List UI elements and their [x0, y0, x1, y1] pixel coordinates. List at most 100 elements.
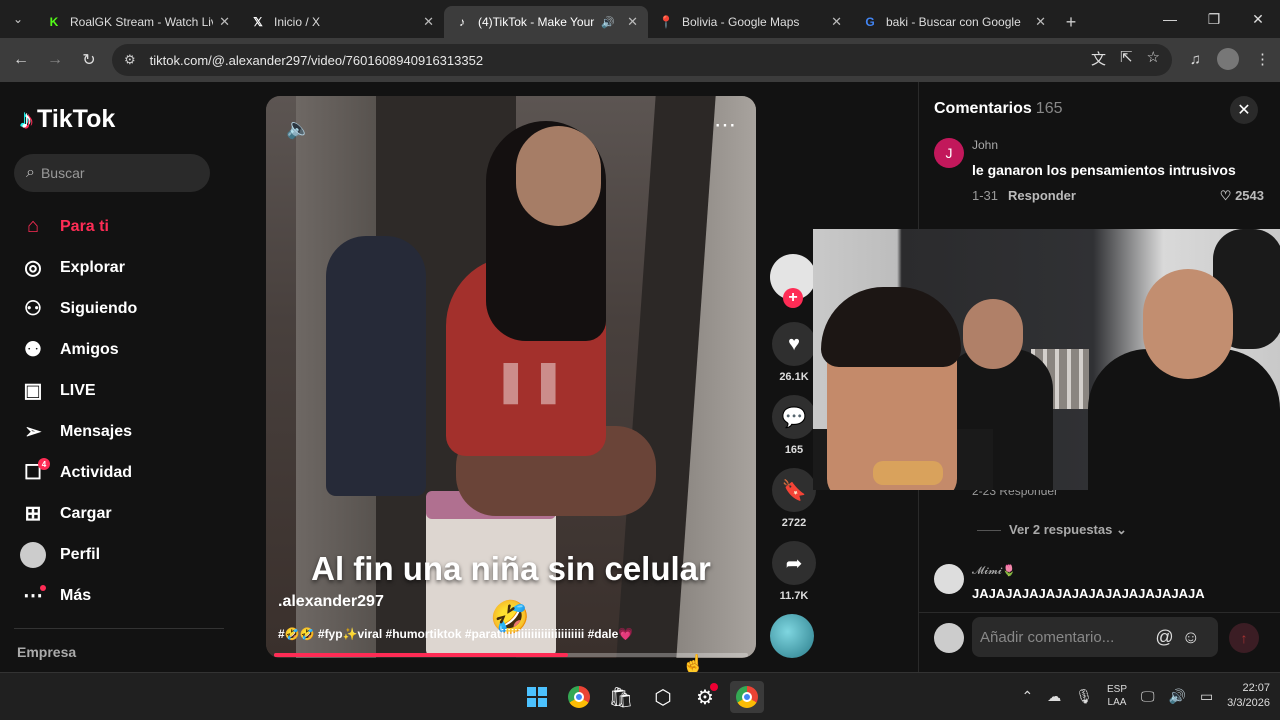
video-author[interactable]: .alexander297: [278, 593, 384, 611]
view-replies-button[interactable]: Ver 2 respuestas ⌄: [977, 522, 1127, 538]
browser-tab[interactable]: 𝕏 Inicio / X ✕: [240, 6, 444, 38]
comments-count: 165: [1035, 100, 1063, 117]
follow-plus-icon[interactable]: +: [783, 288, 803, 308]
window-controls: — ❐ ✕: [1148, 0, 1280, 38]
video-progress-bar[interactable]: [274, 653, 748, 657]
address-bar[interactable]: ⚙ tiktok.com/@.alexander297/video/760160…: [112, 44, 1172, 76]
comment-like[interactable]: ♡ 2543: [1220, 188, 1264, 204]
back-icon[interactable]: ←: [4, 43, 38, 77]
upload-icon: ⊞: [24, 503, 42, 525]
tab-close-icon[interactable]: ✕: [219, 14, 230, 30]
like-count: 26.1K: [779, 371, 809, 383]
footer-empresa[interactable]: Empresa: [17, 644, 76, 660]
mention-icon[interactable]: @: [1155, 627, 1181, 647]
sidebar-item-más[interactable]: ⋯ Más: [20, 575, 137, 616]
tab-close-icon[interactable]: ✕: [831, 14, 842, 30]
sidebar-item-label: LIVE: [60, 381, 96, 399]
chrome-active-icon[interactable]: [730, 681, 764, 713]
close-window-icon[interactable]: ✕: [1236, 0, 1280, 38]
sidebar-item-siguiendo[interactable]: ⚇ Siguiendo: [20, 288, 137, 329]
volume-icon[interactable]: 🔈: [286, 116, 311, 141]
tab-title: Inicio / X: [274, 15, 321, 29]
close-comments-icon[interactable]: ✕: [1230, 96, 1258, 124]
sidebar-item-amigos[interactable]: ⚉ Amigos: [20, 329, 137, 370]
comment-input[interactable]: Añadir comentario... @☺: [972, 617, 1218, 657]
site-info-icon[interactable]: ⚙: [124, 52, 136, 68]
tab-close-icon[interactable]: ✕: [627, 14, 638, 30]
sidebar-item-actividad[interactable]: ☐ 4 Actividad: [20, 452, 137, 493]
search-icon: ⌕: [26, 164, 35, 181]
sidebar-item-explorar[interactable]: ◎ Explorar: [20, 247, 137, 288]
store-icon[interactable]: 🛍: [604, 681, 638, 713]
comment-avatar[interactable]: [934, 564, 964, 594]
new-tab-button[interactable]: +: [1056, 6, 1086, 38]
comment-user[interactable]: John: [972, 138, 998, 152]
music-disc-icon[interactable]: [770, 614, 814, 658]
browser-menu-icon[interactable]: ⋮: [1255, 50, 1270, 68]
tab-search-icon[interactable]: ⌄: [0, 0, 36, 38]
browser-tab[interactable]: Gbaki - Buscar con Google ✕: [852, 6, 1056, 38]
bookmark-star-icon[interactable]: ☆: [1147, 48, 1160, 69]
sidebar-item-para-ti[interactable]: ⌂ Para ti: [20, 206, 137, 247]
live-icon: ▣: [23, 380, 43, 402]
restore-icon[interactable]: ❐: [1192, 0, 1236, 38]
share-arrow-icon[interactable]: ➦: [772, 541, 816, 585]
browser-tab[interactable]: ♪ (4)TikTok - Make Your Day 🔊 ✕: [444, 6, 648, 38]
comment-icon[interactable]: 💬: [772, 395, 816, 439]
windows-start-icon[interactable]: [520, 681, 554, 713]
logo-text: TikTok: [37, 105, 116, 133]
tab-close-icon[interactable]: ✕: [1035, 14, 1046, 30]
install-icon[interactable]: ⇱: [1120, 48, 1133, 69]
chrome-icon[interactable]: [562, 681, 596, 713]
sidebar-item-cargar[interactable]: ⊞ Cargar: [20, 493, 137, 534]
mic-icon[interactable]: 🎙: [1075, 688, 1093, 705]
creator-avatar[interactable]: +: [770, 254, 816, 308]
tab-favicon-icon: 📍: [658, 15, 674, 29]
reload-icon[interactable]: ↻: [72, 43, 106, 77]
media-control-icon[interactable]: ♫: [1190, 51, 1201, 68]
sidebar-item-label: Perfil: [60, 545, 101, 563]
bookmark-icon[interactable]: 🔖: [772, 468, 816, 512]
sidebar-item-label: Cargar: [60, 504, 112, 522]
comment-user[interactable]: 𝓜𝓲𝓶𝓲🌷: [972, 564, 1016, 578]
sidebar-item-perfil[interactable]: Perfil: [20, 534, 137, 575]
browser-tab[interactable]: 📍 Bolivia - Google Maps ✕: [648, 6, 852, 38]
profile-avatar[interactable]: [1217, 48, 1239, 70]
emoji-icon[interactable]: ☺: [1182, 627, 1208, 647]
translate-icon[interactable]: 文: [1091, 48, 1106, 69]
reply-button[interactable]: Responder: [1008, 188, 1076, 203]
minimize-icon[interactable]: —: [1148, 0, 1192, 38]
tiktok-logo[interactable]: ♪ TikTok: [20, 104, 115, 135]
comment-meta: 1-31 Responder: [972, 188, 1076, 203]
forward-icon[interactable]: →: [38, 43, 72, 77]
browser-tab[interactable]: K RoalGK Stream - Watch Live ✕: [36, 6, 240, 38]
battery-icon[interactable]: ▭: [1200, 688, 1213, 705]
search-input[interactable]: ⌕ Buscar: [14, 154, 210, 192]
tab-audio-icon[interactable]: 🔊: [601, 16, 615, 29]
save-count: 2722: [781, 517, 807, 529]
sidebar-item-live[interactable]: ▣ LIVE: [20, 370, 137, 411]
more-options-icon[interactable]: ⋯: [714, 112, 736, 138]
video-actions: + ♥ 26.1K 💬 165 🔖 2722 ➦ 11.7K: [770, 254, 818, 658]
tab-close-icon[interactable]: ✕: [423, 14, 434, 30]
send-comment-icon[interactable]: ↑: [1229, 623, 1259, 653]
video-player[interactable]: ❚❚ 🔈 ⋯ Al fin una niña sin celular 🤣 .al…: [266, 96, 756, 658]
compass-icon: ◎: [24, 257, 42, 279]
cloud-icon[interactable]: ☁: [1047, 688, 1061, 705]
volume-tray-icon[interactable]: 🔊: [1169, 688, 1186, 705]
system-clock[interactable]: 22:07 3/3/2026: [1227, 681, 1270, 711]
search-placeholder: Buscar: [40, 165, 85, 181]
tiktok-note-icon: ♪: [20, 104, 33, 134]
browser-toolbar: ← → ↻ ⚙ tiktok.com/@.alexander297/video/…: [0, 38, 1280, 82]
app-cube-icon[interactable]: ⬡: [646, 681, 680, 713]
video-hashtags[interactable]: #🤣🤣 #fyp✨viral #humortiktok #paratiiiiii…: [278, 627, 748, 641]
sidebar-item-mensajes[interactable]: ➢ Mensajes: [20, 411, 137, 452]
sidebar-item-label: Siguiendo: [60, 299, 138, 317]
pause-icon[interactable]: ❚❚: [494, 358, 569, 404]
language-indicator[interactable]: ESP LAA: [1107, 683, 1127, 709]
tray-chevron-icon[interactable]: ⌃: [1021, 688, 1033, 705]
comment-avatar[interactable]: J: [934, 138, 964, 168]
monitor-icon[interactable]: 🖵: [1141, 688, 1155, 705]
app-game-icon[interactable]: ⚙: [688, 681, 722, 713]
like-heart-icon[interactable]: ♥: [772, 322, 816, 366]
